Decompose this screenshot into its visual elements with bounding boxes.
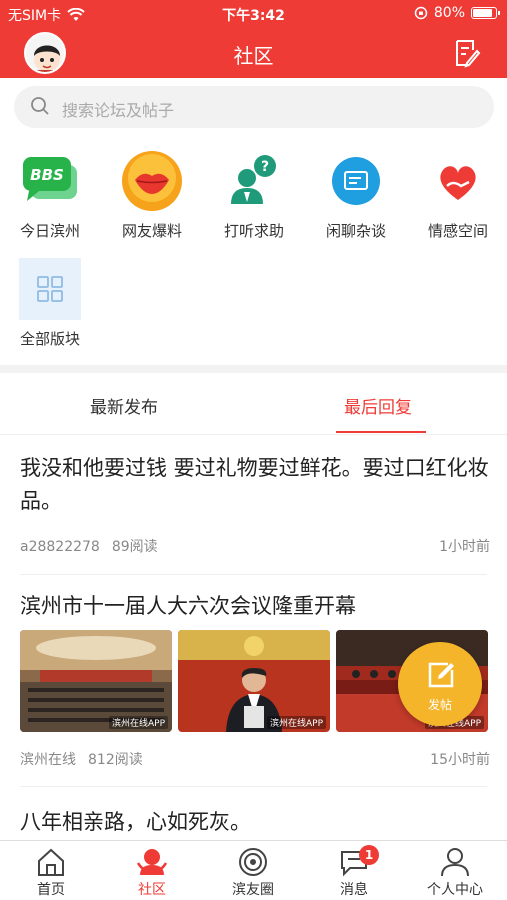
tab-last-reply[interactable]: 最后回复 (344, 393, 412, 418)
post-divider (20, 574, 487, 575)
tab-profile[interactable]: 个人中心 (410, 847, 500, 899)
post-author: a28822278 (20, 539, 100, 555)
post-meta: a28822278 89阅读 (20, 536, 158, 556)
user-icon (441, 848, 469, 877)
tab-label: 个人中心 (427, 882, 483, 898)
sort-tabs: 最新发布 最后回复 (0, 373, 507, 435)
new-post-label: 发帖 (427, 698, 452, 712)
tab-label: 滨友圈 (232, 882, 274, 898)
tab-label: 消息 (340, 882, 368, 898)
lips-icon (121, 150, 183, 212)
battery-percent: 80% (433, 5, 465, 21)
image-watermark: 滨州在线APP (108, 716, 168, 729)
post-image[interactable]: 滨州在线APP (178, 630, 330, 732)
orientation-lock-icon (414, 6, 428, 20)
community-icon (136, 849, 168, 875)
tab-latest[interactable]: 最新发布 (90, 393, 158, 418)
unread-badge: 1 (359, 845, 379, 865)
tab-home[interactable]: 首页 (6, 847, 96, 899)
post-meta: 滨州在线 812阅读 (20, 749, 143, 769)
forum-item-emotion-space[interactable]: 情感空间 (408, 150, 507, 241)
post-image[interactable]: 滨州在线APP (20, 630, 172, 732)
status-bar: 无SIM卡 下午3:42 80% (0, 0, 507, 28)
tab-label: 社区 (138, 882, 166, 898)
post-reads: 812阅读 (88, 752, 143, 768)
bbs-text: BBS (30, 166, 64, 184)
forum-item-today-binzhou[interactable]: BBS 今日滨州 (0, 150, 100, 241)
battery-icon (471, 7, 500, 19)
page-title: 社区 (233, 44, 274, 68)
forum-item-all-sections[interactable]: 全部版块 (0, 258, 100, 349)
post-reads: 89阅读 (111, 539, 158, 555)
tab-community[interactable]: 社区 (107, 847, 197, 899)
status-right: 80% (414, 5, 500, 21)
forum-label: 闲聊杂谈 (325, 222, 386, 240)
tab-friend-circle[interactable]: 滨友圈 (208, 847, 298, 899)
search-input[interactable]: 搜索论坛及帖子 (14, 86, 494, 128)
forum-item-casual-chat[interactable]: 闲聊杂谈 (306, 150, 406, 241)
active-tab-indicator (336, 431, 426, 433)
help-person-icon: ? (223, 150, 285, 212)
new-post-button[interactable]: 发帖 (398, 642, 482, 726)
chat-icon (325, 150, 387, 212)
home-icon (38, 848, 64, 876)
forum-label: 打听求助 (223, 222, 284, 240)
post-author: 滨州在线 (20, 752, 76, 768)
post-time: 15小时前 (430, 752, 490, 768)
image-watermark: 滨州在线APP (266, 716, 326, 729)
svg-text:?: ? (261, 159, 269, 175)
post-time: 1小时前 (439, 539, 490, 555)
forum-label: 今日滨州 (19, 222, 80, 240)
bottom-tab-bar: 首页 社区 滨友圈 消息 1 个人中心 (0, 840, 507, 900)
forum-label: 情感空间 (427, 222, 488, 240)
heart-hand-icon (427, 150, 489, 212)
post-divider (20, 786, 487, 787)
post-title: 八年相亲路，心如死灰。 (20, 810, 251, 834)
grid-icon (19, 258, 81, 320)
compose-icon[interactable] (453, 38, 481, 68)
search-icon (31, 97, 49, 115)
search-placeholder: 搜索论坛及帖子 (62, 101, 175, 120)
forum-item-ask-help[interactable]: ? 打听求助 (204, 150, 304, 241)
nav-bar: 社区 (0, 28, 507, 78)
circle-icon (239, 848, 267, 876)
section-divider (0, 365, 507, 373)
bbs-icon: BBS (19, 150, 81, 212)
post-item[interactable]: 我没和他要过钱 要过礼物要过鲜花。要过口红化妆品。 a28822278 89阅读 … (20, 452, 490, 562)
forum-label: 网友爆料 (121, 222, 182, 240)
tab-label: 首页 (37, 882, 65, 898)
post-item[interactable]: 八年相亲路，心如死灰。 (20, 806, 490, 840)
forum-label: 全部版块 (19, 330, 80, 348)
tab-messages[interactable]: 消息 1 (309, 845, 399, 899)
edit-icon (428, 662, 454, 688)
forum-item-netizen-tips[interactable]: 网友爆料 (102, 150, 202, 241)
post-title: 我没和他要过钱 要过礼物要过鲜花。要过口红化妆品。 (20, 456, 489, 513)
post-title: 滨州市十一届人大六次会议隆重开幕 (20, 594, 356, 618)
